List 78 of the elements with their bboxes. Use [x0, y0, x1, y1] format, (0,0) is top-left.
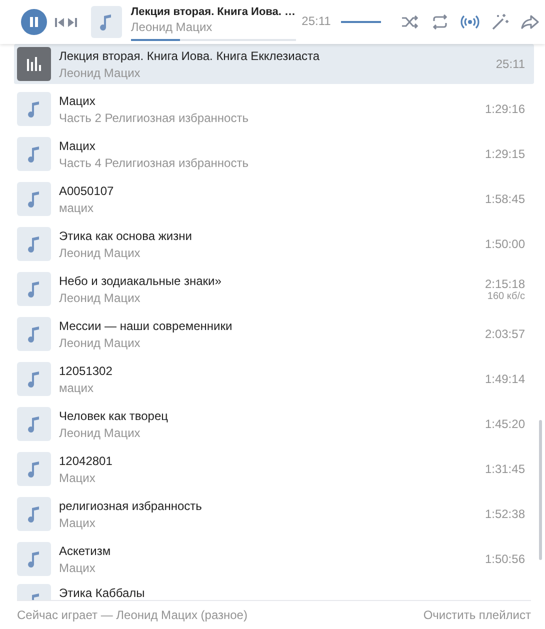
track-row[interactable]: Этика Каббалы — [14, 584, 534, 600]
share-icon — [520, 12, 540, 32]
music-note-icon — [27, 280, 41, 298]
music-note-icon — [27, 460, 41, 478]
track-time: 25:11 — [302, 14, 331, 28]
track-duration: 1:50:56 — [484, 552, 525, 566]
previous-icon — [54, 18, 64, 26]
track-duration: 1:58:45 — [484, 192, 525, 206]
music-note-icon — [99, 13, 114, 31]
next-icon — [68, 18, 76, 26]
track-title: Мацих — [59, 138, 96, 152]
track-row[interactable]: Мацих Часть 4 Религиозная избранность 1:29:15 — [14, 134, 534, 174]
track-row[interactable]: Человек как творец Леонид Мацих 1:45:20 — [14, 404, 534, 444]
music-note-icon — [27, 325, 41, 343]
music-note-icon — [27, 235, 41, 253]
track-artist: Часть 2 Религиозная избранность — [59, 110, 250, 124]
track-artist: Леонид Мацих — [130, 20, 214, 34]
track-row[interactable]: Этика как основа жизни Леонид Мацих 1:50:00 — [14, 224, 534, 264]
track-artist: Часть 4 Религиозная избранность — [59, 156, 250, 170]
track-artist: Леонид Мацих — [59, 246, 142, 260]
music-note-icon — [27, 145, 41, 163]
track-duration: 1:29:15 — [484, 147, 525, 161]
track-duration: 1:45:20 — [484, 417, 525, 431]
music-note-icon — [27, 370, 41, 388]
track-row[interactable]: Мессии — наши современники Леонид Мацих 2:03:57 — [14, 314, 534, 354]
track-title: религиозная избранность — [59, 498, 203, 512]
magic-wand-icon — [490, 12, 510, 32]
previous-button[interactable] — [52, 18, 66, 26]
now-playing-text: Сейчас играет — Леонид Мацих (разное) — [17, 608, 248, 622]
track-title: Небо и зодиакальные знаки» — [59, 274, 222, 288]
music-note-icon — [27, 505, 41, 523]
track-artist: Леонид Мацих — [59, 426, 142, 440]
track-row[interactable]: A0050107 мацих 1:58:45 — [14, 179, 534, 219]
track-duration: 1:52:38 — [484, 507, 525, 521]
track-artist: Мацих — [59, 516, 96, 530]
music-note-icon — [27, 550, 41, 568]
music-note-icon — [27, 190, 41, 208]
track-duration: 1:31:45 — [484, 462, 525, 476]
track-artist: Леонид Мацих — [59, 336, 142, 350]
track-title: Человек как творец — [59, 408, 169, 422]
track-artist: мацих — [59, 380, 94, 394]
track-row[interactable]: Мацих Часть 2 Религиозная избранность 1:29:16 — [14, 89, 534, 129]
track-duration: 2:15:18 — [484, 276, 525, 290]
track-title: Лекция вторая. Книга Иова. … — [130, 6, 296, 18]
track-title: Этика Каббалы — [59, 586, 146, 600]
music-note-icon — [27, 415, 41, 433]
equalizer-icon — [27, 57, 41, 71]
track-title: Этика как основа жизни — [59, 228, 193, 242]
track-artist: Мацих — [59, 470, 96, 484]
track-title: 12051302 — [59, 364, 114, 378]
repeat-icon — [430, 12, 450, 32]
track-artist: Леонид Мацих — [59, 66, 142, 80]
music-note-icon — [27, 100, 41, 118]
track-row[interactable]: религиозная избранность Мацих 1:52:38 — [14, 494, 534, 534]
track-artist: мацих — [59, 200, 94, 214]
track-row[interactable]: Небо и зодиакальные знаки» Леонид Мацих 2:15:18 160 кб/с — [14, 269, 534, 309]
track-duration: 1:29:16 — [484, 102, 525, 116]
track-duration: 1:50:00 — [484, 237, 525, 251]
track-duration: 1:49:14 — [484, 372, 525, 386]
track-title: Мессии — наши современники — [59, 318, 234, 332]
track-row[interactable]: 12042801 Мацих 1:31:45 — [14, 449, 534, 489]
track-row[interactable]: 12051302 мацих 1:49:14 — [14, 359, 534, 399]
track-row[interactable]: Лекция вторая. Книга Иова. Книга Екклезиаста Леонид Мацих 25:11 — [14, 44, 534, 84]
track-row[interactable]: Аскетизм Мацих 1:50:56 — [14, 539, 534, 579]
pause-icon — [30, 17, 38, 27]
track-title: Лекция вторая. Книга Иова. Книга Екклезиаста — [59, 48, 321, 62]
next-button[interactable] — [66, 18, 78, 26]
track-duration: 25:11 — [496, 57, 525, 71]
scrollbar[interactable] — [539, 420, 542, 560]
track-title: Мацих — [59, 94, 96, 108]
bitrate: 160 кб/с — [487, 290, 525, 302]
pause-button[interactable] — [21, 9, 46, 35]
track-title: 12042801 — [59, 454, 114, 468]
track-artist: Леонид Мацих — [59, 290, 142, 304]
track-artist: Мацих — [59, 560, 96, 574]
track-duration: 2:03:57 — [484, 327, 525, 341]
track-title: A0050107 — [59, 184, 115, 198]
track-title: Аскетизм — [59, 544, 112, 558]
